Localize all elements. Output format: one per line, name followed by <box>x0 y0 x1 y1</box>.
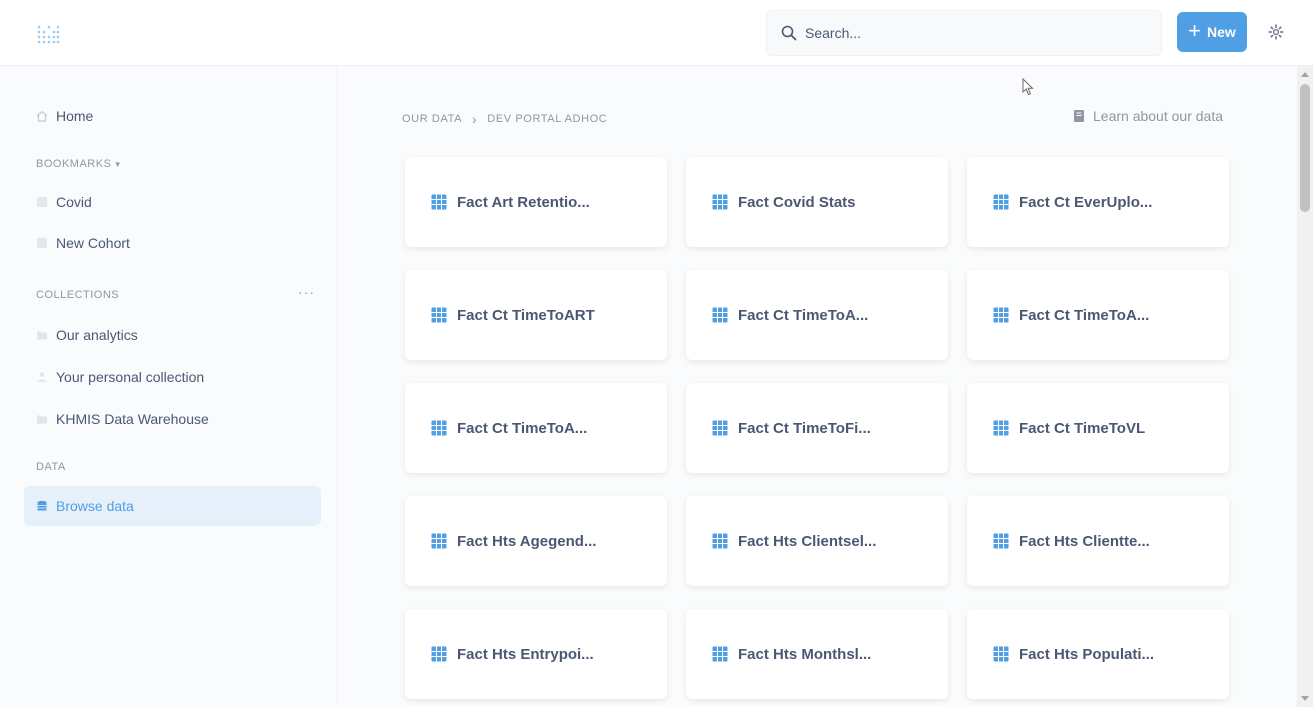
main-scrollbar[interactable] <box>1297 66 1313 707</box>
data-section-title: DATA <box>36 461 66 473</box>
person-icon <box>37 372 47 382</box>
folder-icon <box>37 415 47 424</box>
table-card[interactable]: Fact Ct TimeToA... <box>405 383 667 473</box>
table-icon <box>431 307 447 323</box>
sidebar-item-label: KHMIS Data Warehouse <box>56 411 209 427</box>
table-card-label: Fact Art Retentio... <box>457 193 590 211</box>
table-card-label: Fact Hts Monthsl... <box>738 645 872 663</box>
home-icon <box>36 110 48 122</box>
sidebar-item-label: Your personal collection <box>56 369 205 385</box>
scroll-thumb[interactable] <box>1300 84 1310 212</box>
chevron-down-icon: ▾ <box>115 158 121 169</box>
sidebar-item-our-analytics[interactable]: Our analytics <box>24 316 321 354</box>
table-card-label: Fact Hts Entrypoi... <box>457 645 594 663</box>
table-card-label: Fact Hts Agegend... <box>457 532 597 550</box>
plus-icon: + <box>1188 18 1202 43</box>
table-card[interactable]: Fact Ct TimeToVL <box>967 383 1229 473</box>
table-card[interactable]: Fact Hts Clientsel... <box>686 496 948 586</box>
sidebar-item-browse-data[interactable]: Browse data <box>24 486 321 526</box>
metabase-logo-icon[interactable] <box>36 24 60 46</box>
table-card[interactable]: Fact Ct TimeToFi... <box>686 383 948 473</box>
top-navbar: Search... + New <box>0 0 1313 66</box>
bookmarks-section-title[interactable]: BOOKMARKS ▾ <box>36 158 120 170</box>
table-card-label: Fact Ct TimeToART <box>457 306 595 324</box>
book-icon <box>1074 110 1084 122</box>
main-content: OUR DATA › DEV PORTAL ADHOC Learn about … <box>339 66 1297 707</box>
sidebar-item-bookmark-covid[interactable]: Covid <box>24 183 321 221</box>
table-card[interactable]: Fact Ct TimeToART <box>405 270 667 360</box>
table-card-label: Fact Ct TimeToA... <box>1019 306 1150 324</box>
new-button-label: New <box>1207 24 1236 40</box>
table-card[interactable]: Fact Hts Agegend... <box>405 496 667 586</box>
table-card[interactable]: Fact Hts Entrypoi... <box>405 609 667 699</box>
sidebar-item-home[interactable]: Home <box>24 97 321 135</box>
table-card-label: Fact Ct TimeToA... <box>457 419 588 437</box>
sidebar-item-label: Browse data <box>56 498 134 514</box>
table-card-label: Fact Ct TimeToVL <box>1019 419 1146 437</box>
search-input[interactable]: Search... <box>766 10 1162 56</box>
mouse-cursor-icon <box>1022 78 1034 96</box>
table-icon <box>993 646 1009 662</box>
collections-more-button[interactable]: ··· <box>298 284 315 300</box>
table-card[interactable]: Fact Ct TimeToA... <box>686 270 948 360</box>
chevron-right-icon: › <box>472 111 478 127</box>
table-card-label: Fact Hts Clientsel... <box>738 532 877 550</box>
table-icon <box>993 420 1009 436</box>
table-card-label: Fact Ct EverUplo... <box>1019 193 1153 211</box>
table-card[interactable]: Fact Hts Populati... <box>967 609 1229 699</box>
table-icon <box>993 307 1009 323</box>
table-card[interactable]: Fact Covid Stats <box>686 157 948 247</box>
table-card[interactable]: Fact Ct EverUplo... <box>967 157 1229 247</box>
scroll-up-arrow-icon[interactable] <box>1301 72 1309 77</box>
table-card[interactable]: Fact Ct TimeToA... <box>967 270 1229 360</box>
gear-icon[interactable] <box>1268 24 1284 40</box>
new-button[interactable]: + New <box>1177 12 1247 52</box>
table-card[interactable]: Fact Art Retentio... <box>405 157 667 247</box>
table-icon <box>712 194 728 210</box>
table-card[interactable]: Fact Hts Monthsl... <box>686 609 948 699</box>
sidebar-item-personal-collection[interactable]: Your personal collection <box>24 358 321 396</box>
breadcrumb: OUR DATA › DEV PORTAL ADHOC <box>402 111 607 127</box>
table-icon <box>712 307 728 323</box>
table-icon <box>431 194 447 210</box>
table-card-label: Fact Covid Stats <box>738 193 856 211</box>
sidebar-item-label: Home <box>56 108 94 124</box>
folder-icon <box>37 331 47 340</box>
sidebar-item-label: New Cohort <box>56 235 130 251</box>
table-icon <box>712 646 728 662</box>
sidebar-item-khmis-data-warehouse[interactable]: KHMIS Data Warehouse <box>24 400 321 438</box>
table-icon <box>712 420 728 436</box>
table-icon <box>431 420 447 436</box>
breadcrumb-item-our-data[interactable]: OUR DATA <box>402 113 462 125</box>
table-card-label: Fact Hts Clientte... <box>1019 532 1150 550</box>
table-icon <box>431 646 447 662</box>
sidebar-item-label: Covid <box>56 194 92 210</box>
learn-about-data-link[interactable]: Learn about our data <box>1073 108 1223 124</box>
database-icon <box>37 500 47 511</box>
sidebar-item-label: Our analytics <box>56 327 138 343</box>
table-card-label: Fact Ct TimeToA... <box>738 306 869 324</box>
table-icon <box>37 197 47 207</box>
table-icon <box>37 238 47 248</box>
table-icon <box>431 533 447 549</box>
search-icon <box>781 25 797 41</box>
table-card-label: Fact Hts Populati... <box>1019 645 1155 663</box>
sidebar-item-bookmark-new-cohort[interactable]: New Cohort <box>24 224 321 262</box>
sidebar: Home BOOKMARKS ▾ Covid New Cohort COLLEC… <box>0 66 338 707</box>
table-card[interactable]: Fact Hts Clientte... <box>967 496 1229 586</box>
search-placeholder: Search... <box>805 25 862 41</box>
table-icon <box>993 533 1009 549</box>
scroll-down-arrow-icon[interactable] <box>1301 696 1309 701</box>
breadcrumb-item-current: DEV PORTAL ADHOC <box>487 113 608 125</box>
table-icon <box>993 194 1009 210</box>
table-card-label: Fact Ct TimeToFi... <box>738 419 871 437</box>
table-icon <box>712 533 728 549</box>
collections-section-title: COLLECTIONS <box>36 289 120 301</box>
